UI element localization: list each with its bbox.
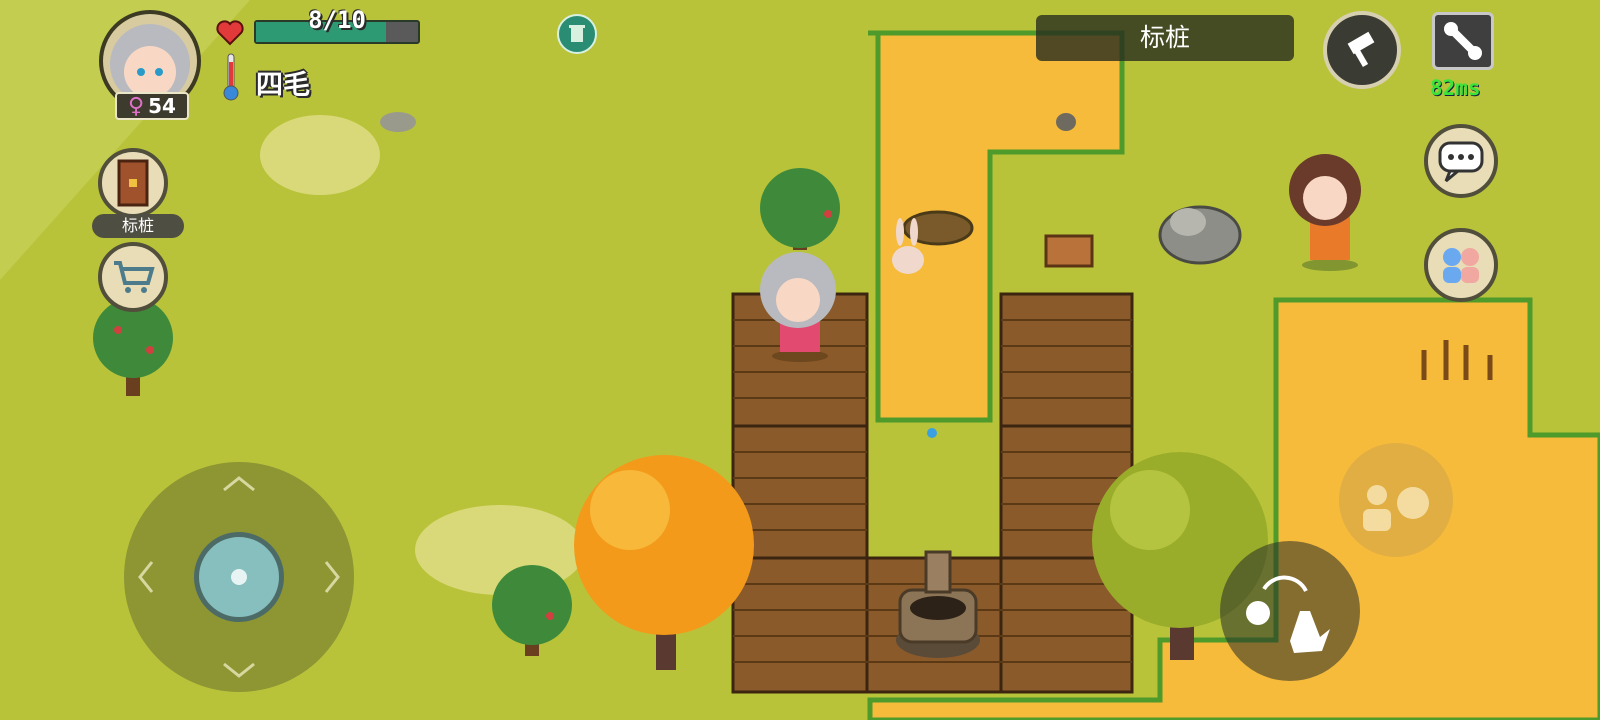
signpost-button[interactable]	[98, 148, 168, 218]
build-button[interactable]	[1323, 11, 1401, 89]
wrench-icon	[1444, 22, 1482, 60]
female-symbol-icon: ♀	[128, 93, 145, 119]
give-item-button[interactable]	[1339, 443, 1453, 557]
joystick-knob[interactable]	[194, 532, 284, 622]
location-title: 标桩	[1036, 15, 1294, 61]
chat-bubble-icon	[1438, 141, 1484, 183]
butterfly	[927, 428, 937, 438]
trash-icon	[569, 25, 585, 42]
health-text: 8/10	[308, 6, 366, 34]
hammer-icon	[1347, 31, 1375, 68]
trash-button[interactable]	[557, 14, 597, 54]
thermometer-icon	[223, 53, 239, 101]
social-button[interactable]	[1424, 228, 1498, 302]
movement-joystick[interactable]	[124, 462, 354, 692]
player-name: 四毛	[256, 70, 310, 101]
chat-button[interactable]	[1424, 124, 1498, 198]
friends-icon	[1443, 248, 1479, 283]
boulder	[1158, 205, 1242, 265]
grab-button[interactable]	[1220, 541, 1360, 681]
dpad-icon	[231, 569, 247, 585]
shop-button[interactable]	[98, 242, 168, 312]
give-hand-icon	[1363, 485, 1429, 531]
signpost-label: 标桩	[92, 214, 184, 238]
sunlight-patch	[260, 115, 380, 195]
ping-display: 82ms	[1430, 76, 1481, 100]
basket	[1044, 234, 1094, 268]
age-badge: ♀ 54	[115, 92, 189, 120]
settings-button[interactable]	[1432, 12, 1494, 70]
grab-hand-icon	[1246, 575, 1330, 653]
heart-icon	[216, 20, 244, 46]
shopping-cart-icon	[114, 261, 155, 293]
player-age: 54	[148, 94, 176, 118]
signpost-icon	[117, 159, 149, 207]
